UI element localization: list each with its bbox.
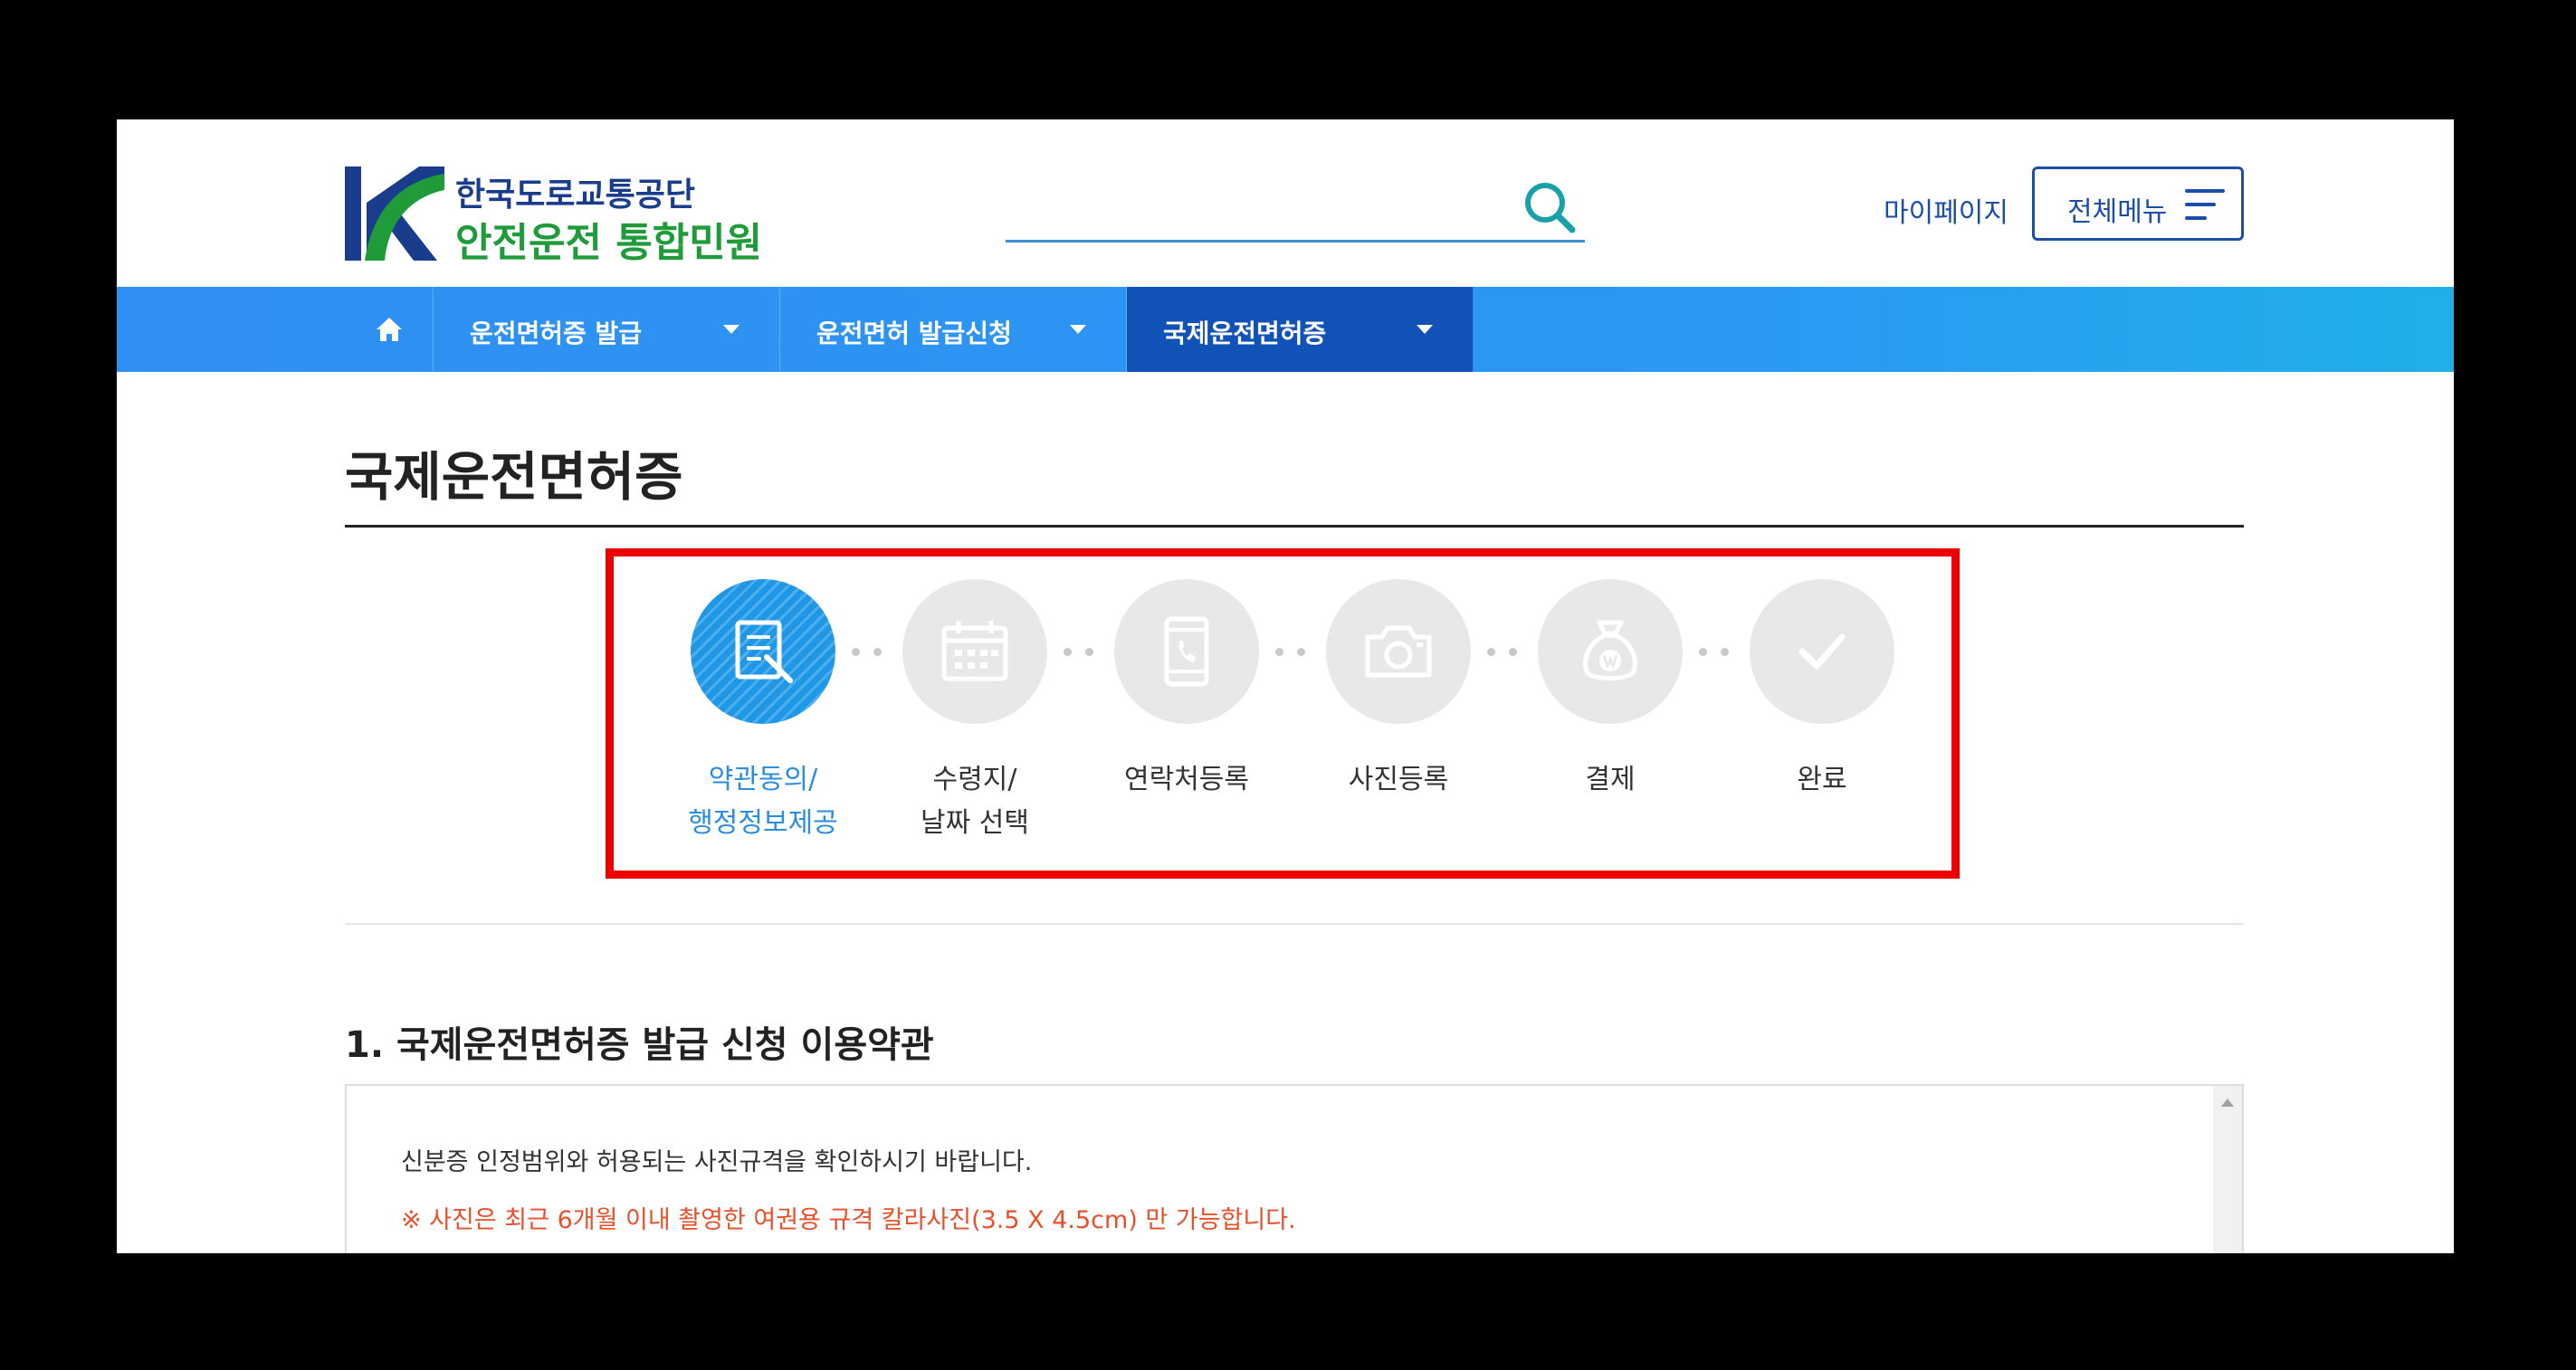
camera-icon <box>1365 625 1432 678</box>
step-connector <box>1487 648 1531 657</box>
nav-item-international-license[interactable]: 국제운전면허증 <box>1127 287 1474 372</box>
scroll-up-arrow-icon[interactable] <box>2221 1099 2234 1107</box>
caret-down-icon <box>1070 325 1086 334</box>
nav-item-license-issue[interactable]: 운전면허증 발급 <box>434 287 780 372</box>
terms-textbox[interactable]: 신분증 인정범위와 허용되는 사진규격을 확인하시기 바랍니다. ※ 사진은 최… <box>345 1084 2244 1253</box>
title-divider <box>345 525 2244 528</box>
hamburger-icon <box>2185 189 2225 222</box>
section-divider <box>345 923 2244 925</box>
terms-notice: ※ 사진은 최근 6개월 이내 촬영한 여권용 규격 칼라사진(3.5 X 4.… <box>401 1206 1296 1234</box>
terms-scrollbar[interactable] <box>2213 1086 2242 1253</box>
nav-home-button[interactable] <box>345 287 434 372</box>
section-heading: 1. 국제운전면허증 발급 신청 이용약관 <box>345 1024 934 1066</box>
step-connector <box>1275 648 1319 657</box>
all-menu-label: 전체메뉴 <box>2067 197 2168 227</box>
terms-text: 신분증 인정범위와 허용되는 사진규격을 확인하시기 바랍니다. <box>401 1148 1033 1176</box>
logo-text-org: 한국도로교통공단 <box>455 176 695 214</box>
koroad-logo-icon <box>345 166 444 261</box>
step-connector <box>1699 648 1742 657</box>
caret-down-icon <box>1417 325 1433 334</box>
step-label-line1: 완료 <box>1797 764 1847 795</box>
money-bag-icon <box>1583 620 1637 680</box>
step-label-line2: 날짜 선택 <box>921 807 1029 839</box>
mypage-link[interactable]: 마이페이지 <box>1884 190 2008 230</box>
step-connector <box>1064 648 1107 657</box>
page-title: 국제운전면허증 <box>345 446 683 508</box>
nav-item-license-apply[interactable]: 운전면허 발급신청 <box>780 287 1127 372</box>
document-pen-icon <box>735 620 793 683</box>
search-bar <box>1006 174 1585 243</box>
calendar-icon <box>941 621 1008 681</box>
all-menu-button[interactable]: 전체메뉴 <box>2032 166 2244 241</box>
home-icon <box>377 318 402 341</box>
site-header: 한국도로교통공단 안전운전 통합민원 마이페이지 전체메뉴 <box>117 119 2454 287</box>
browser-viewport: 한국도로교통공단 안전운전 통합민원 마이페이지 전체메뉴 운전면허증 발급 운… <box>117 119 2454 1253</box>
site-logo[interactable]: 한국도로교통공단 안전운전 통합민원 <box>345 166 779 266</box>
caret-down-icon <box>723 325 739 334</box>
logo-text-service: 안전운전 통합민원 <box>455 220 763 266</box>
check-icon <box>1798 633 1846 670</box>
step-connector <box>852 648 895 657</box>
phone-icon <box>1164 616 1209 687</box>
main-nav: 운전면허증 발급 운전면허 발급신청 국제운전면허증 <box>117 287 2454 372</box>
search-input[interactable] <box>1006 174 1512 239</box>
search-icon[interactable] <box>1522 179 1578 235</box>
